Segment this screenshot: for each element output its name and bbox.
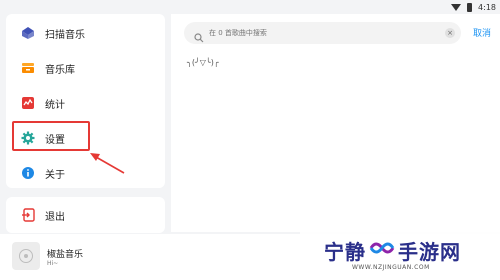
search-box: ×	[184, 22, 461, 44]
exit-label: 退出	[45, 211, 65, 223]
disc-icon	[19, 249, 33, 263]
search-icon	[194, 28, 204, 43]
empty-state-text: ╮(╯▽╰)╭	[187, 58, 219, 67]
exit-button[interactable]: 退出	[6, 197, 165, 233]
exit-icon	[21, 208, 35, 222]
watermark-title: 宁静 手游网	[324, 236, 461, 265]
watermark: 宁静 手游网 WWW.NZJINGUAN.COM	[300, 228, 500, 280]
search-panel: × 取消 ╮(╯▽╰)╭	[171, 14, 500, 232]
watermark-left-text: 宁静	[324, 240, 366, 264]
search-input[interactable]	[209, 29, 439, 37]
watermark-url: WWW.NZJINGUAN.COM	[352, 264, 430, 271]
song-title: 椒盐音乐	[47, 250, 84, 260]
watermark-logo-icon	[369, 238, 395, 263]
song-subtitle: Hi~	[47, 260, 59, 267]
cancel-button[interactable]: 取消	[473, 26, 491, 39]
clear-icon[interactable]: ×	[445, 28, 455, 38]
watermark-right-text: 手游网	[398, 240, 461, 264]
album-art	[12, 242, 40, 270]
